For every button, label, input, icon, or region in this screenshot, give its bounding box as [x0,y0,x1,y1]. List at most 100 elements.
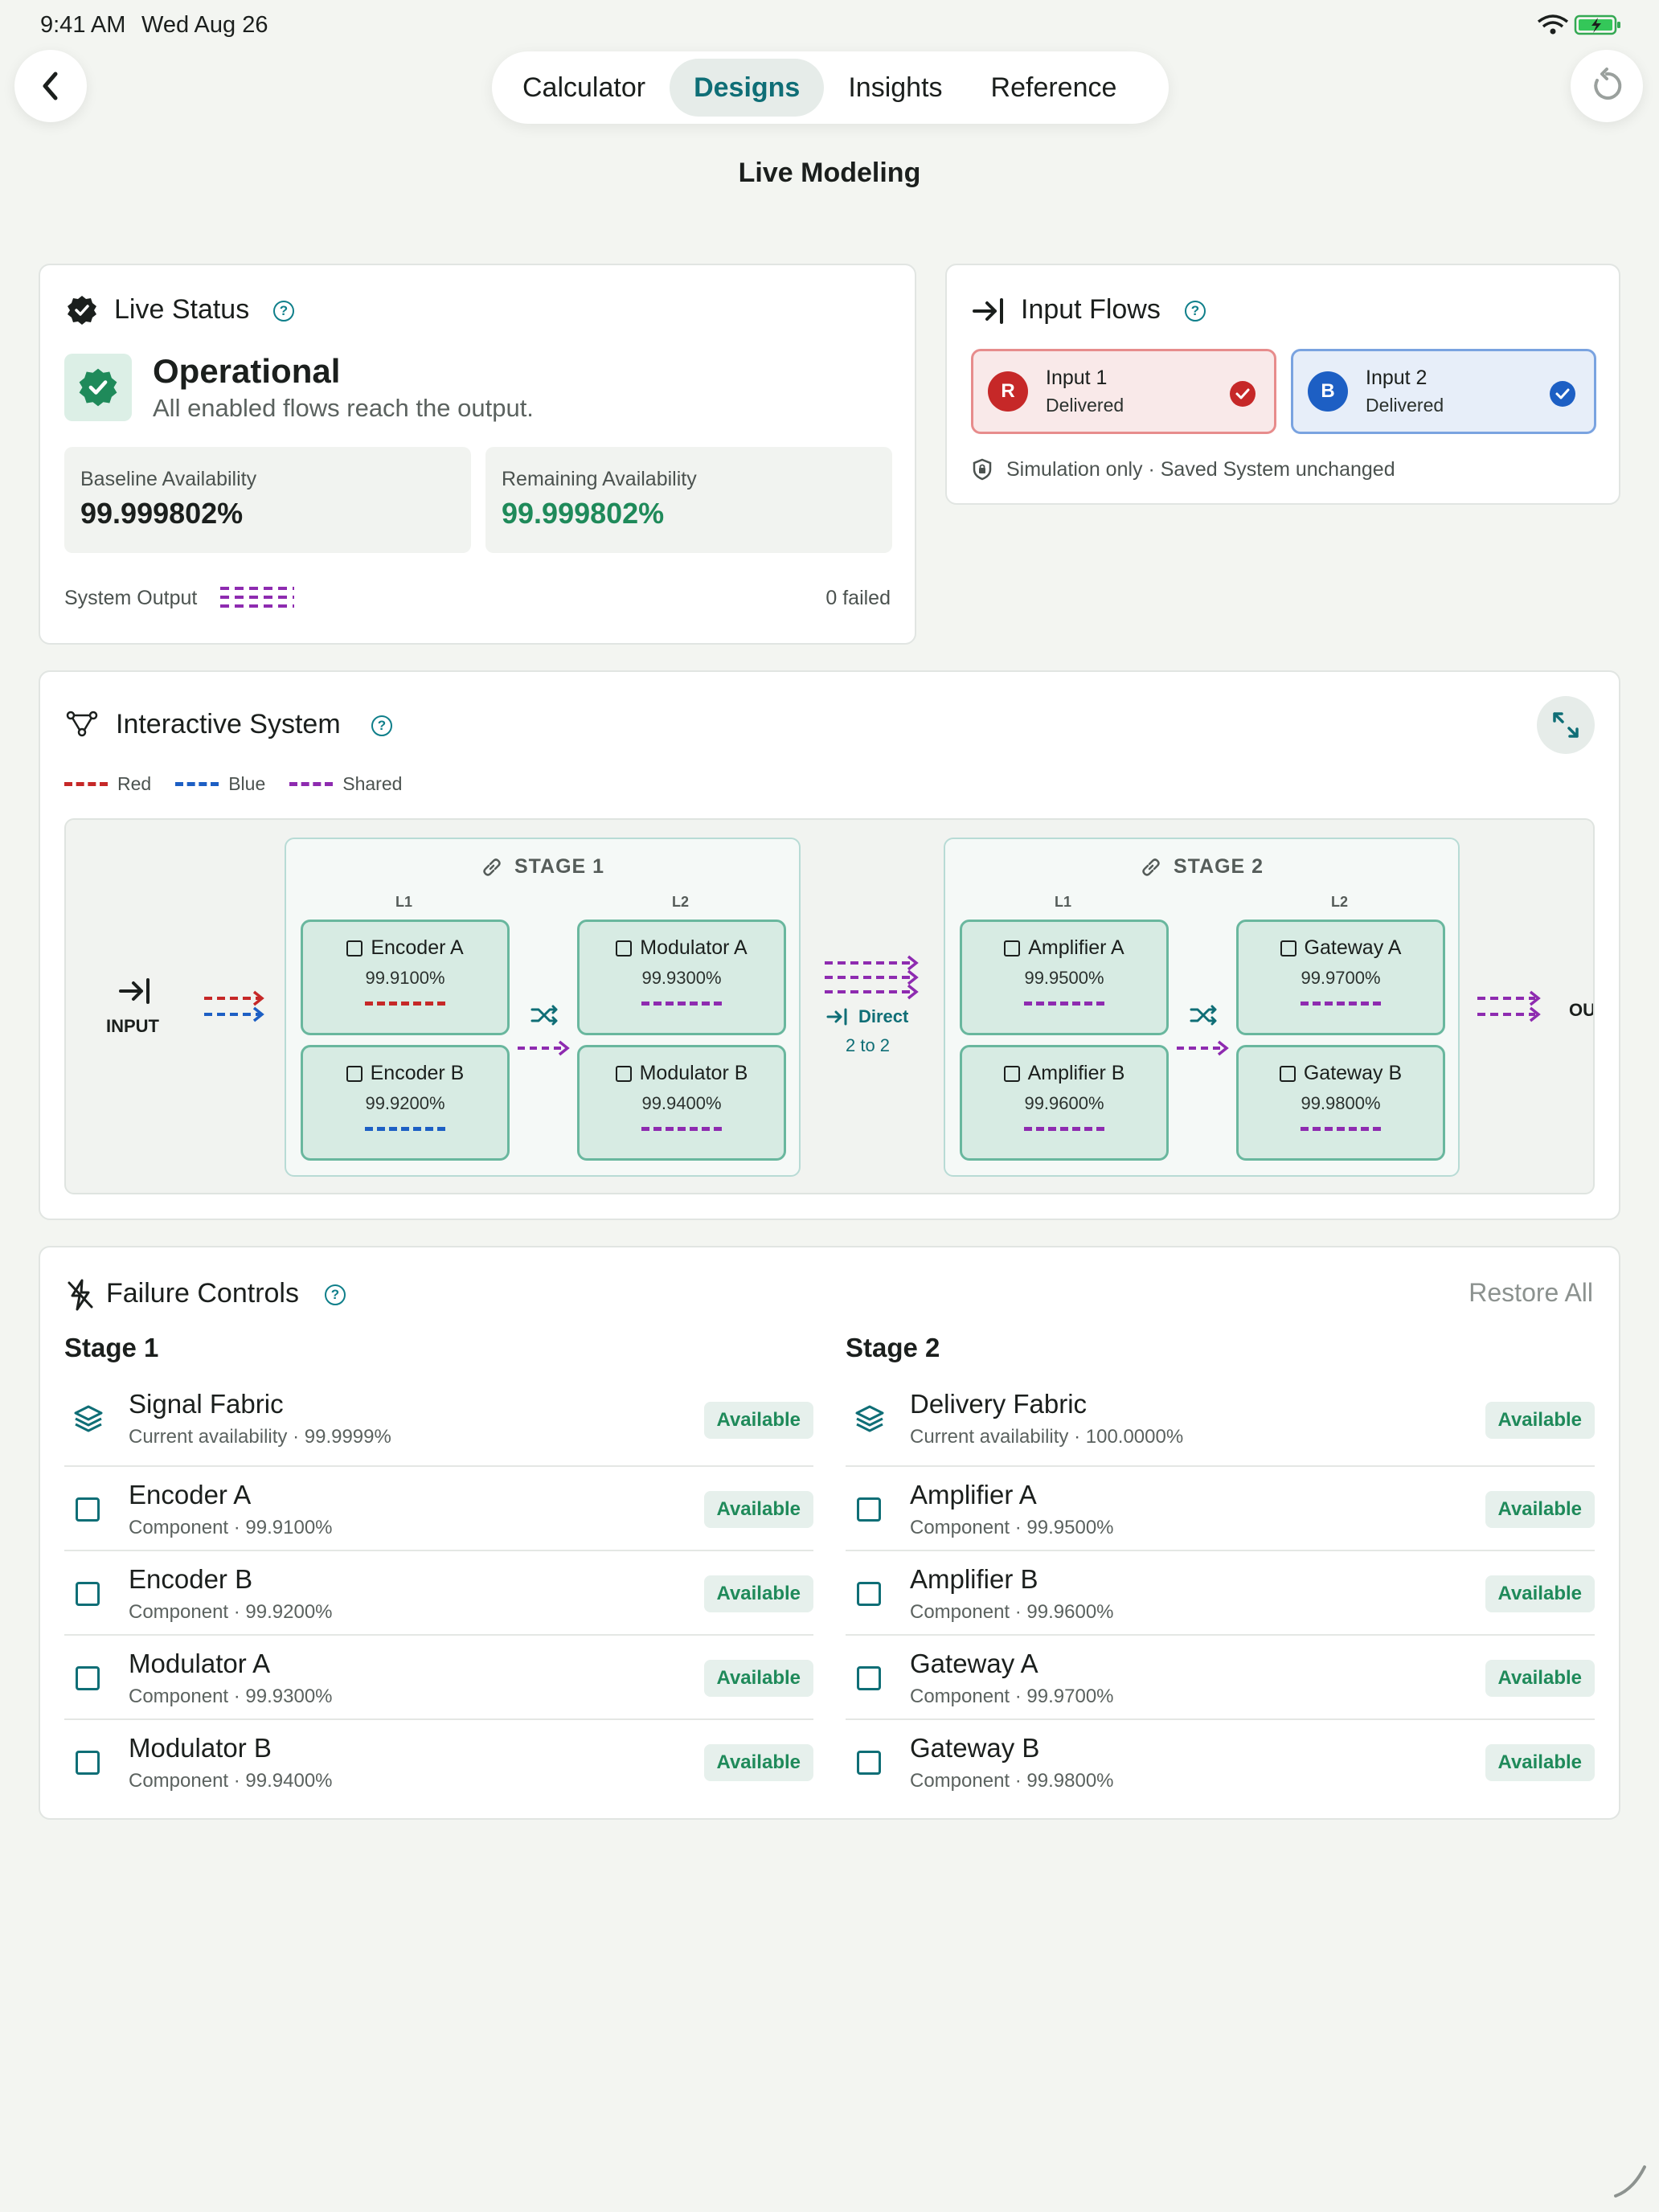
component-name: Encoder A [371,936,464,959]
stage-2-shuffle-connector [1177,1005,1229,1056]
input-2-flow[interactable]: B Input 2 Delivered [1291,349,1596,434]
component-gateway-b[interactable]: Gateway B 99.9800% [1236,1045,1445,1161]
input-flows-help-icon[interactable]: ? [1185,301,1206,322]
restore-all-button[interactable]: Restore All [1469,1278,1593,1308]
component-encoder-a[interactable]: Encoder A 99.9100% [301,920,510,1035]
component-modulator-a[interactable]: Modulator A 99.9300% [577,920,786,1035]
control-row-amplifier-a[interactable]: Amplifier A Component · 99.9500% Availab… [846,1467,1595,1551]
component-availability: 99.9700% [1301,968,1381,988]
component-name: Gateway A [1304,936,1402,959]
component-amplifier-b[interactable]: Amplifier B 99.9600% [960,1045,1169,1161]
stage-2-col-l2: L2 [1331,894,1349,910]
control-subtitle: Component · 99.9300% [129,1686,333,1707]
component-flow-line [1024,1002,1104,1006]
component-amplifier-a[interactable]: Amplifier A 99.9500% [960,920,1169,1035]
link-icon [1142,858,1160,876]
control-row-modulator-b[interactable]: Modulator B Component · 99.9400% Availab… [64,1720,813,1804]
chevron-left-icon [43,72,58,100]
component-encoder-b[interactable]: Encoder B 99.9200% [301,1045,510,1161]
input-1-flow[interactable]: R Input 1 Delivered [971,349,1276,434]
status-badge: Available [703,1491,813,1528]
component-flow-line [1301,1127,1381,1131]
control-row-encoder-a[interactable]: Encoder A Component · 99.9100% Available [64,1467,813,1551]
input-flows-card: Input Flows ? R Input 1 Delivered B Inpu… [945,264,1620,505]
remaining-label: Remaining Availability [502,468,697,490]
reset-icon [1594,68,1622,100]
tab-reference[interactable]: Reference [967,59,1141,117]
system-diagram: INPUT STAGE 1 L1 L2 Encoder A 99.9100% E… [64,818,1595,1194]
input-1-status: Delivered [1046,395,1124,416]
component-gateway-a[interactable]: Gateway A 99.9700% [1236,920,1445,1035]
failure-controls-help-icon[interactable]: ? [325,1284,346,1305]
arrow-to-line-icon [973,298,1003,324]
control-row-modulator-a[interactable]: Modulator A Component · 99.9300% Availab… [64,1636,813,1720]
checkbox-icon[interactable] [857,1497,881,1522]
checkbox-icon[interactable] [857,1751,881,1775]
interactive-system-help-icon[interactable]: ? [371,715,392,736]
checkbox-icon[interactable] [76,1751,100,1775]
control-row-encoder-b[interactable]: Encoder B Component · 99.9200% Available [64,1551,813,1636]
simulation-note: Simulation only · Saved System unchanged [1006,458,1395,481]
check-circle-icon [1550,381,1575,407]
checkbox-icon [616,940,633,956]
direct-connector: Direct [826,1006,908,1027]
stage-link-arrows [825,955,919,1000]
checkbox-icon [1279,1065,1296,1082]
layers-icon [855,1405,884,1432]
component-modulator-b[interactable]: Modulator B 99.9400% [577,1045,786,1161]
view-tabs: Calculator Designs Insights Reference [492,51,1169,124]
input-flows-title: Input Flows [1021,294,1161,325]
stage-2: STAGE 2 L1 L2 Amplifier A 99.9500% Ampli… [944,838,1460,1177]
control-row-gateway-a[interactable]: Gateway A Component · 99.9700% Available [846,1636,1595,1720]
stage-1-header: STAGE 1 [286,855,799,879]
control-title: Encoder A [129,1480,252,1509]
status-badge: Available [1485,1575,1595,1612]
tab-calculator[interactable]: Calculator [498,59,670,117]
remaining-availability-box: Remaining Availability 99.999802% [485,447,892,553]
status-bar: 9:41 AM Wed Aug 26 [0,0,1659,51]
control-subtitle: Component · 99.9400% [129,1770,333,1792]
control-row-gateway-b[interactable]: Gateway B Component · 99.9800% Available [846,1720,1595,1804]
tab-insights[interactable]: Insights [824,59,966,117]
component-flow-line [365,1127,445,1131]
control-title: Modulator A [129,1649,271,1678]
checkbox-icon[interactable] [857,1666,881,1690]
checkbox-icon [1003,1065,1020,1082]
expand-button[interactable] [1537,696,1595,754]
control-title: Gateway A [910,1649,1038,1678]
live-status-help-icon[interactable]: ? [273,301,294,322]
operational-icon-tile [64,354,132,421]
input-arrow-icon [119,978,150,1004]
interactive-system-title: Interactive System [116,709,341,739]
control-title: Encoder B [129,1564,253,1594]
status-badge: Available [703,1744,813,1781]
control-row-signal-fabric[interactable]: Signal Fabric Current availability · 99.… [64,1382,813,1467]
legend-shared-line [289,782,334,786]
shield-lock-icon [973,458,992,481]
control-subtitle: Component · 99.9100% [129,1517,333,1538]
checkbox-icon[interactable] [857,1582,881,1606]
checkbox-icon[interactable] [76,1497,100,1522]
legend-red-label: Red [117,773,152,794]
checkbox-icon[interactable] [76,1666,100,1690]
direct-arrow-icon [826,1008,847,1026]
control-title: Delivery Fabric [910,1389,1088,1419]
tab-designs[interactable]: Designs [670,59,825,117]
component-availability: 99.9600% [1024,1093,1104,1113]
checkbox-icon[interactable] [76,1582,100,1606]
control-row-delivery-fabric[interactable]: Delivery Fabric Current availability · 1… [846,1382,1595,1467]
reset-button[interactable] [1571,50,1643,122]
stage-1-heading: Stage 1 [64,1333,159,1362]
control-row-amplifier-b[interactable]: Amplifier B Component · 99.9600% Availab… [846,1551,1595,1636]
direct-label: Direct [858,1006,909,1026]
control-title: Modulator B [129,1733,272,1763]
component-availability: 99.9300% [641,968,722,988]
component-availability: 99.9200% [365,1093,445,1113]
stage-1-controls: Stage 1 Signal Fabric Current availabili… [64,1333,813,1804]
stage-2-controls: Stage 2 Delivery Fabric Current availabi… [846,1333,1595,1804]
checkbox-icon [1280,940,1296,956]
legend-blue-label: Blue [228,773,266,794]
page-title: Live Modeling [738,158,921,188]
control-subtitle: Current availability · 99.9999% [129,1426,391,1448]
back-button[interactable] [14,50,87,122]
